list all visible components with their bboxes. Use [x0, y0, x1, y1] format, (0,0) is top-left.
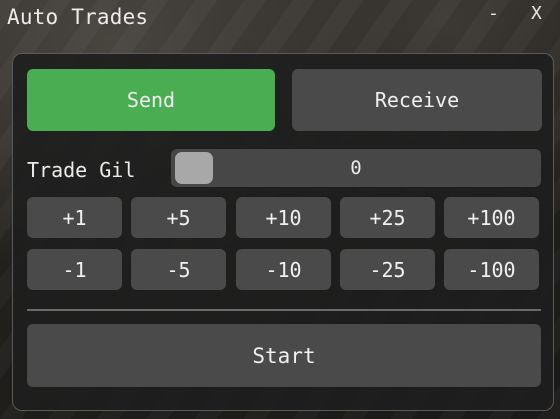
auto-trades-panel: Send Receive Trade Gil 0 +1 +5 +10 +25 +… [12, 53, 554, 411]
start-button[interactable]: Start [27, 324, 541, 387]
decrement-5-button[interactable]: -5 [131, 249, 226, 290]
decrement-10-button[interactable]: -10 [236, 249, 331, 290]
decrement-100-button[interactable]: -100 [444, 249, 539, 290]
divider [27, 309, 541, 311]
increment-1-button[interactable]: +1 [27, 197, 122, 238]
receive-button[interactable]: Receive [292, 69, 542, 131]
window-titlebar: Auto Trades - X [0, 0, 560, 36]
window-title: Auto Trades [7, 5, 149, 29]
trade-gil-value: 0 [350, 157, 362, 179]
increment-100-button[interactable]: +100 [444, 197, 539, 238]
decrement-25-button[interactable]: -25 [340, 249, 435, 290]
increment-25-button[interactable]: +25 [340, 197, 435, 238]
trade-gil-slider[interactable]: 0 [171, 149, 541, 187]
send-button[interactable]: Send [27, 69, 275, 131]
increment-5-button[interactable]: +5 [131, 197, 226, 238]
minimize-button[interactable]: - [488, 3, 499, 25]
increment-10-button[interactable]: +10 [236, 197, 331, 238]
decrement-1-button[interactable]: -1 [27, 249, 122, 290]
close-button[interactable]: X [531, 3, 542, 25]
trade-gil-label: Trade Gil [27, 158, 136, 182]
